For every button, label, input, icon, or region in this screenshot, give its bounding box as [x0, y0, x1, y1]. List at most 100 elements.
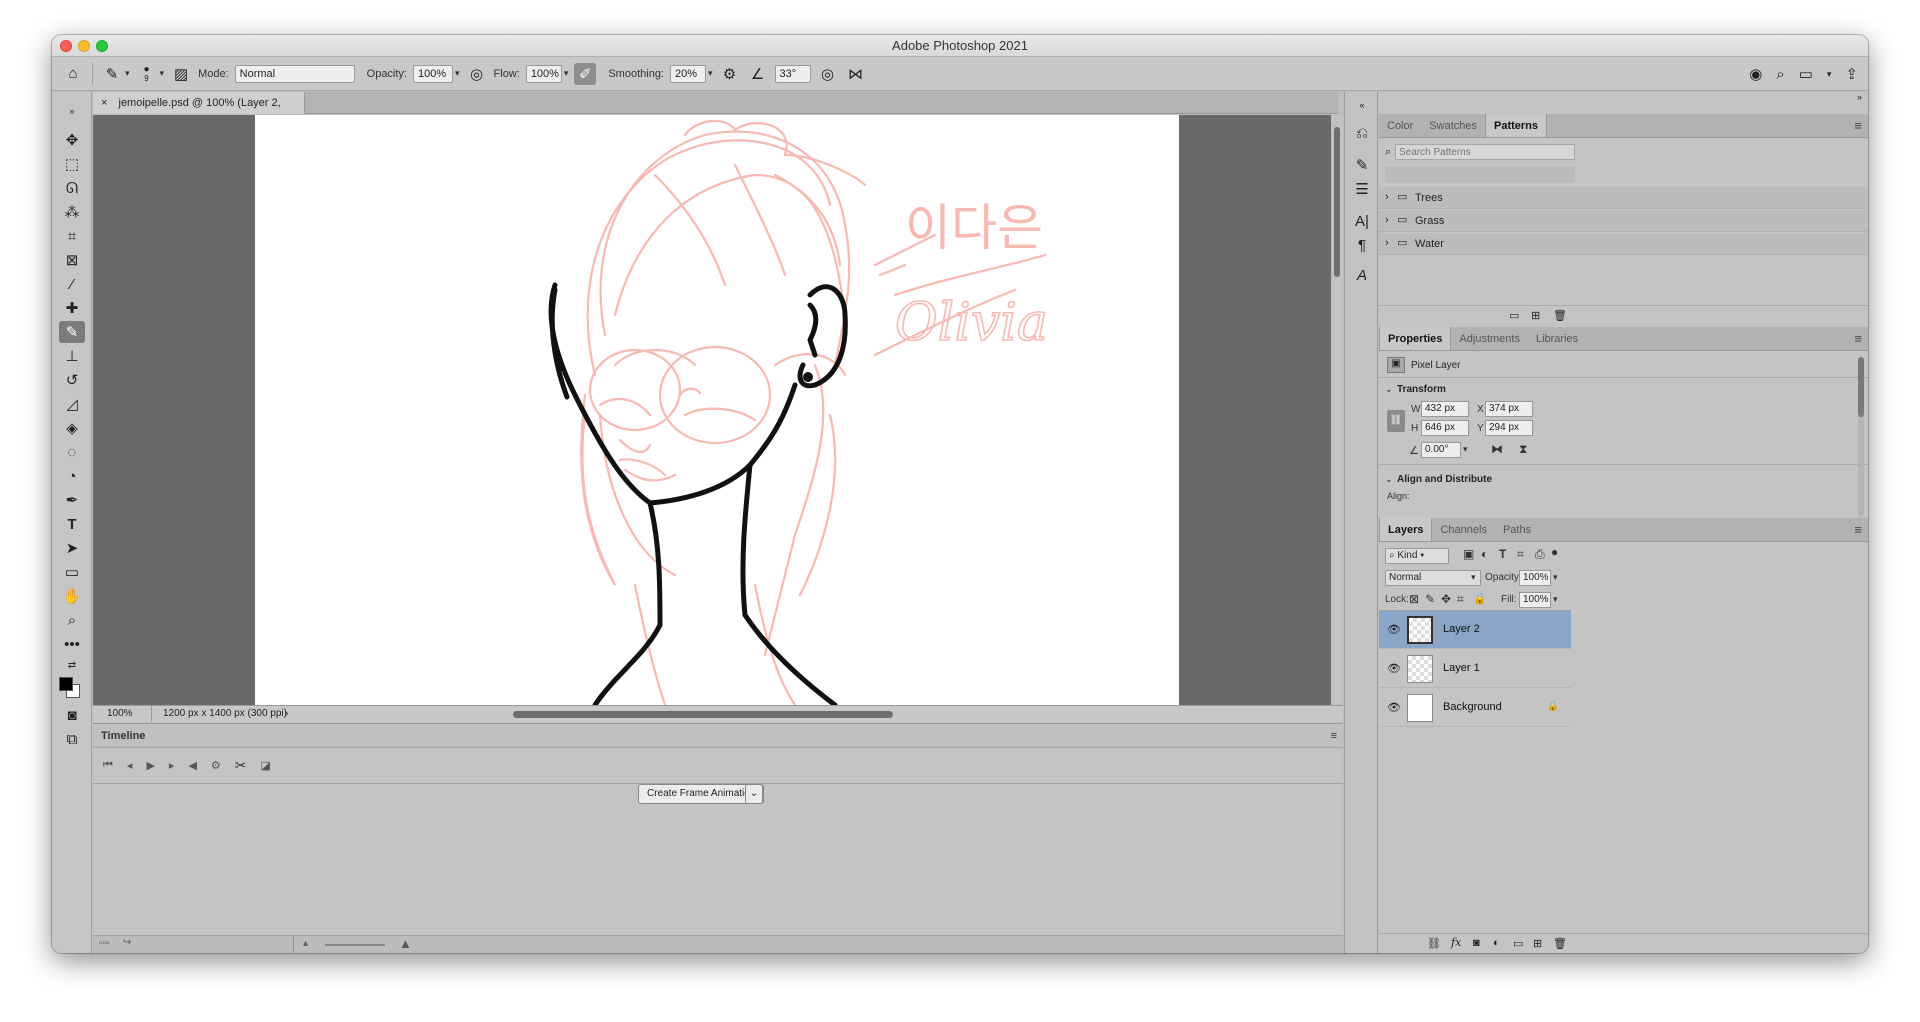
panel-menu-icon[interactable]: ≡ [1854, 518, 1862, 542]
y-field[interactable]: 294 px [1485, 420, 1533, 436]
panel-menu-icon[interactable]: ≡ [1331, 724, 1337, 748]
flip-horizontal-icon[interactable]: ⧓ [1491, 442, 1503, 456]
learn-icon[interactable]: ◉ [1749, 65, 1762, 83]
hand-tool-icon[interactable]: ✋ [59, 585, 85, 607]
rectangle-tool-icon[interactable]: ▭ [59, 561, 85, 583]
brush-size-picker[interactable]: ● 9 [136, 63, 158, 85]
move-tool-icon[interactable]: ✥ [59, 129, 85, 151]
link-dimensions-icon[interactable]: ⛓ [1387, 410, 1405, 432]
tab-color[interactable]: Color [1379, 114, 1421, 137]
layer-mask-icon[interactable]: ◙ [1473, 937, 1480, 949]
tab-channels[interactable]: Channels [1432, 518, 1494, 541]
lasso-tool-icon[interactable]: ᘏ [59, 177, 85, 199]
new-group-icon[interactable]: ▭ [1513, 937, 1523, 950]
scissors-icon[interactable]: ✂ [235, 757, 247, 774]
home-icon[interactable]: ⌂ [62, 63, 84, 85]
flip-vertical-icon[interactable]: ⧗ [1519, 442, 1527, 457]
character-icon[interactable]: A| [1351, 210, 1373, 232]
tab-patterns[interactable]: Patterns [1485, 114, 1548, 137]
new-folder-icon[interactable]: ▭ [1509, 309, 1519, 322]
close-icon[interactable]: × [101, 97, 107, 109]
chevron-right-icon[interactable]: › [1385, 237, 1389, 249]
smart-object-filter-icon[interactable]: ⎙ [1535, 547, 1545, 562]
properties-scrollbar[interactable] [1858, 357, 1864, 517]
rotation-field[interactable]: 0.00° [1421, 442, 1461, 458]
pattern-folder[interactable]: › ▭ Trees [1379, 187, 1868, 209]
transform-section-header[interactable]: ⌄ Transform [1379, 382, 1868, 398]
chevron-down-icon[interactable]: ▾ [1553, 572, 1558, 583]
chevron-down-icon[interactable]: ▾ [1553, 594, 1558, 605]
layer-filter-select[interactable]: ⌕ Kind ▾ [1385, 548, 1449, 564]
minimize-window-button[interactable] [78, 40, 90, 52]
collapse-icon[interactable]: « [1351, 94, 1373, 116]
type-filter-icon[interactable]: T [1499, 547, 1506, 561]
more-tools-icon[interactable]: ••• [59, 633, 85, 655]
eye-icon[interactable]: 👁 [1387, 701, 1401, 714]
chevron-down-icon[interactable]: ▾ [1827, 69, 1832, 80]
chevron-down-icon[interactable]: ⌄ [1385, 474, 1393, 485]
vertical-scroll-thumb[interactable] [1334, 127, 1340, 277]
chevron-right-icon[interactable]: › [285, 706, 288, 722]
zoom-level[interactable]: 100% [107, 706, 133, 722]
document-tab[interactable]: × jemoipelle.psd @ 100% (Layer 2, RGB/8)… [93, 92, 305, 131]
height-field[interactable]: 646 px [1421, 420, 1469, 436]
chevron-down-icon[interactable]: ⌄ [745, 784, 763, 804]
glyphs-icon[interactable]: A [1351, 264, 1373, 286]
chevron-right-icon[interactable]: › [1385, 191, 1389, 203]
paragraph-icon[interactable]: ¶ [1351, 234, 1373, 256]
new-pattern-icon[interactable]: ⊞ [1531, 309, 1540, 322]
dodge-tool-icon[interactable]: ◔ [59, 465, 85, 487]
horizontal-scroll-thumb[interactable] [513, 711, 893, 718]
chevron-down-icon[interactable]: ▾ [564, 68, 569, 79]
pressure-size-icon[interactable]: ◎ [817, 63, 839, 85]
paint-bucket-tool-icon[interactable]: ◈ [59, 417, 85, 439]
pen-tool-icon[interactable]: ✒ [59, 489, 85, 511]
width-field[interactable]: 432 px [1421, 401, 1469, 417]
zoom-tool-icon[interactable]: ⌕ [59, 609, 85, 631]
new-layer-icon[interactable]: ⊞ [1533, 937, 1542, 950]
type-tool-icon[interactable]: T [59, 513, 85, 535]
play-icon[interactable]: ▶ [146, 759, 154, 772]
blend-mode-select[interactable]: Normal [1385, 570, 1481, 586]
brush-tool-preset-icon[interactable]: ✎ [101, 63, 123, 85]
chevron-down-icon[interactable]: ▾ [708, 68, 713, 79]
settings-icon[interactable]: ⚙ [211, 759, 221, 772]
symmetry-icon[interactable]: ⋈ [845, 63, 867, 85]
close-window-button[interactable] [60, 40, 72, 52]
canvas-area[interactable]: 이다은 Olivia [93, 115, 1331, 705]
zoom-window-button[interactable] [96, 40, 108, 52]
eye-icon[interactable]: 👁 [1387, 623, 1401, 636]
convert-icon[interactable]: ↪ [123, 937, 131, 948]
brush-settings-icon[interactable]: ▨ [170, 63, 192, 85]
chevron-down-icon[interactable]: ▾ [1463, 444, 1468, 455]
pixel-filter-icon[interactable]: ▣ [1463, 547, 1474, 561]
opacity-field[interactable]: 100% [413, 64, 453, 83]
transition-icon[interactable]: ◪ [261, 759, 271, 772]
share-icon[interactable]: ⇪ [1845, 65, 1858, 83]
collapse-icon[interactable]: » [1857, 92, 1862, 102]
swap-colors-icon[interactable]: ⇄ [59, 654, 85, 676]
lock-all-icon[interactable]: 🔒 [1473, 592, 1487, 605]
eye-icon[interactable]: 👁 [1387, 662, 1401, 675]
adjustment-filter-icon[interactable]: ◐ [1481, 547, 1488, 561]
previous-frame-icon[interactable]: ◂ [127, 759, 133, 772]
chevron-down-icon[interactable]: ▾ [160, 68, 165, 79]
search-patterns-input[interactable] [1395, 144, 1575, 160]
magic-wand-tool-icon[interactable]: ⁂ [59, 201, 85, 223]
panel-menu-icon[interactable]: ≡ [1854, 114, 1862, 138]
fill-field[interactable]: 100% [1519, 592, 1551, 608]
workspace-icon[interactable]: ▭ [1799, 65, 1813, 83]
brush-settings-icon[interactable]: ✎ [1351, 154, 1373, 176]
tab-adjustments[interactable]: Adjustments [1451, 327, 1528, 350]
brush-tool-icon[interactable]: ✎ [59, 321, 85, 343]
audio-icon[interactable]: ◀ [188, 759, 196, 772]
healing-brush-tool-icon[interactable]: ✚ [59, 297, 85, 319]
collapse-icon[interactable]: » [59, 100, 85, 122]
fx-icon[interactable]: fx [1451, 936, 1461, 949]
chevron-down-icon[interactable]: ▾ [455, 68, 460, 79]
mode-select[interactable]: Normal [234, 64, 355, 83]
panel-menu-icon[interactable]: ≡ [1854, 327, 1862, 351]
first-frame-icon[interactable]: ⏮ [103, 759, 113, 772]
history-icon[interactable]: ⎌ [1351, 122, 1373, 144]
filter-toggle-icon[interactable]: ● [1551, 545, 1558, 559]
